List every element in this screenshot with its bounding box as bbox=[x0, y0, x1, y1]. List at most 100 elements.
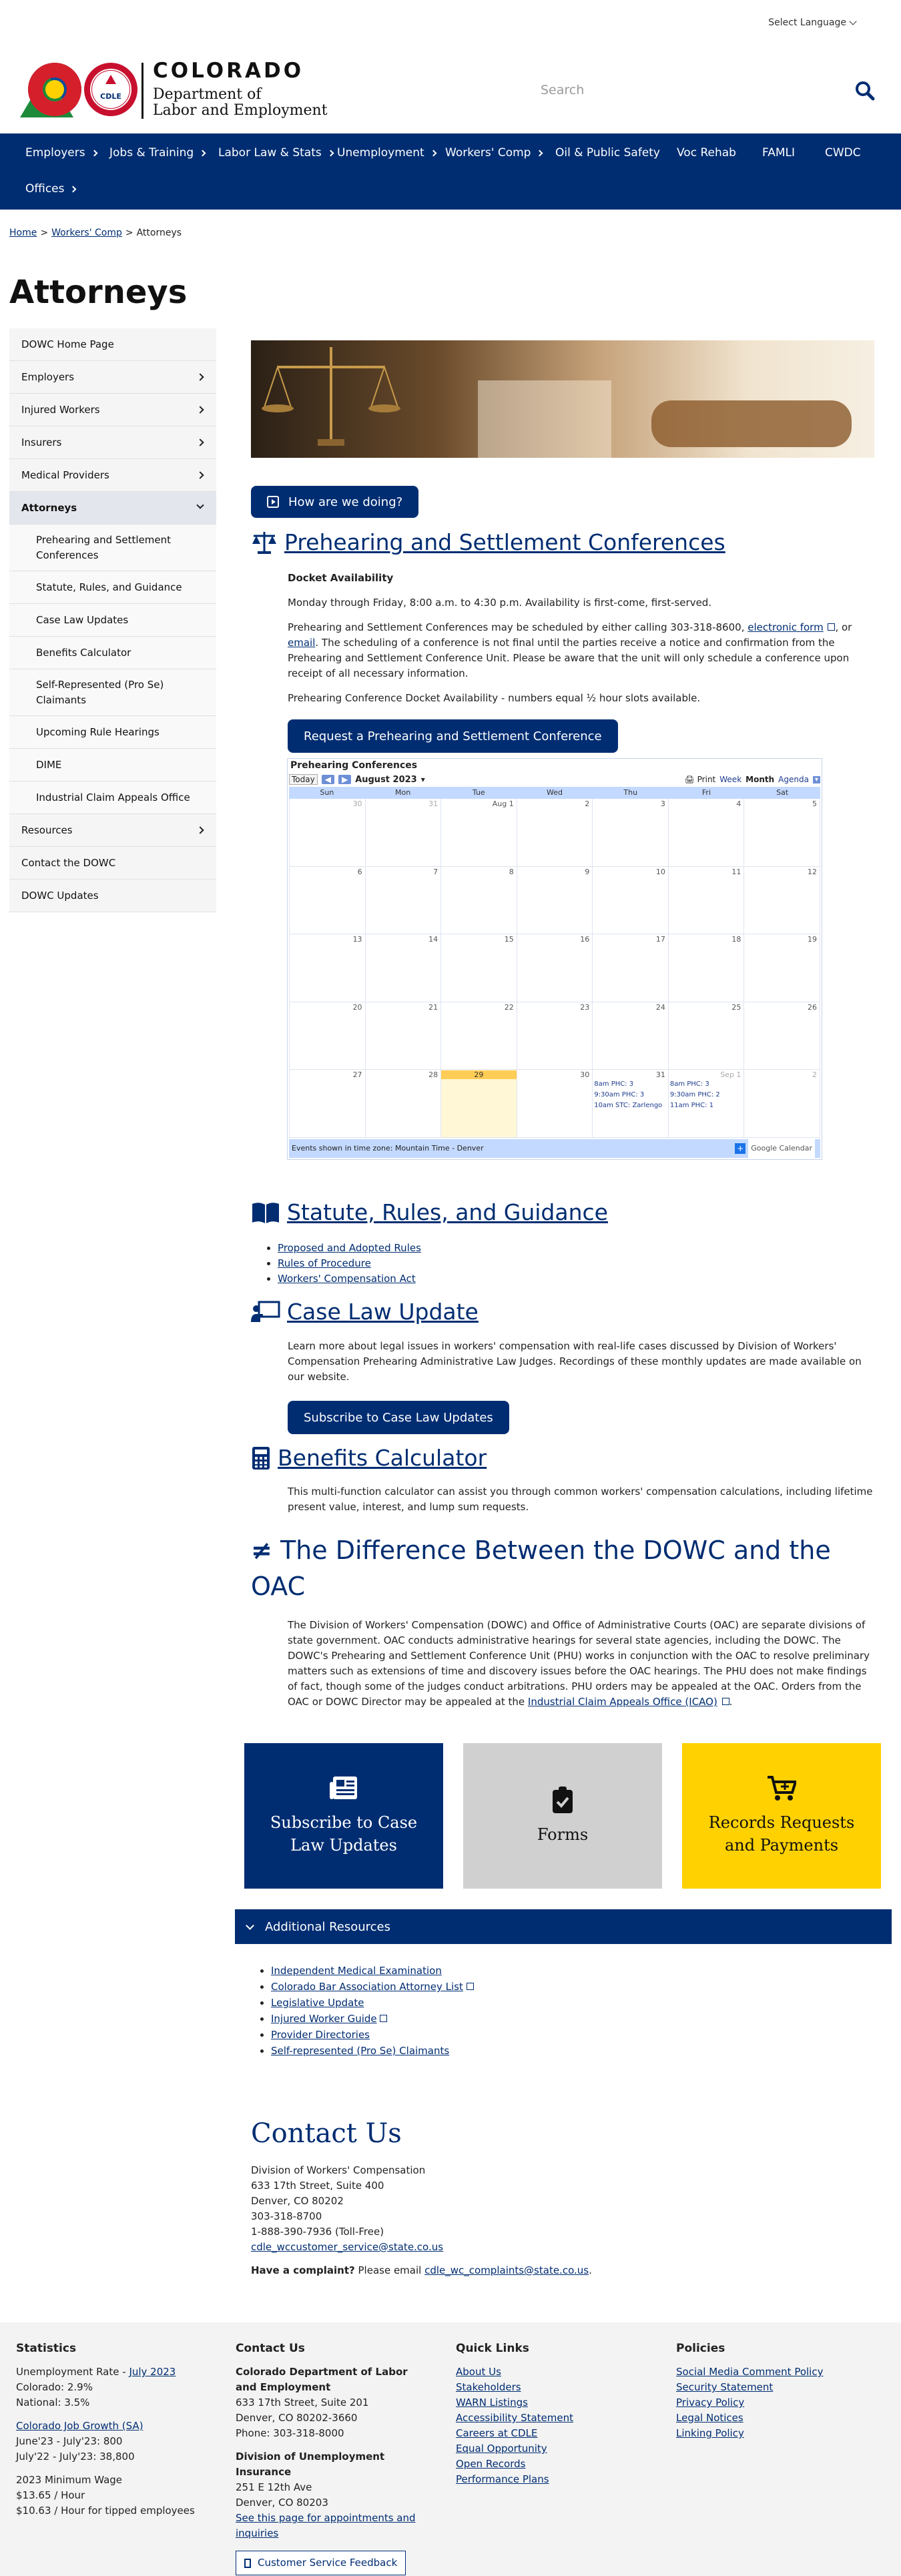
calendar-day-cell[interactable]: 18 bbox=[668, 934, 745, 1002]
sidebar-item-attorneys[interactable]: Attorneys bbox=[9, 492, 216, 525]
sidebar-item-updates[interactable]: DOWC Updates bbox=[9, 880, 216, 912]
sidebar-subitem-case-law[interactable]: Case Law Updates bbox=[9, 604, 216, 637]
prehearing-heading[interactable]: Prehearing and Settlement Conferences bbox=[251, 529, 725, 555]
job-growth-link[interactable]: Colorado Job Growth (SA) bbox=[16, 2420, 143, 2432]
calendar-event[interactable]: 10am STC: Zarlengo bbox=[594, 1102, 662, 1109]
quick-link[interactable]: Careers at CDLE bbox=[456, 2426, 649, 2441]
calendar-day-cell[interactable]: 4 bbox=[668, 799, 745, 867]
nav-labor-law-stats[interactable]: Labor Law & Stats bbox=[218, 139, 334, 166]
appointments-link[interactable]: See this page for appointments and inqui… bbox=[236, 2511, 429, 2541]
calendar-day-cell[interactable]: 26 bbox=[744, 1002, 820, 1070]
nav-employers[interactable]: Employers bbox=[25, 139, 98, 166]
nav-jobs-training[interactable]: Jobs & Training bbox=[109, 139, 206, 166]
calendar-day-cell[interactable]: 20 bbox=[290, 1002, 366, 1070]
search-input[interactable]: Search bbox=[541, 83, 584, 97]
calendar-event[interactable]: 9:30am PHC: 2 bbox=[670, 1091, 720, 1098]
wc-act-link[interactable]: Workers' Compensation Act bbox=[278, 1273, 416, 1285]
customer-feedback-button[interactable]: Customer Service Feedback bbox=[236, 2551, 406, 2575]
calendar-day-cell[interactable]: 30 bbox=[290, 799, 366, 867]
provider-directories-link[interactable]: Provider Directories bbox=[271, 2029, 370, 2041]
sidebar-item-injured-workers[interactable]: Injured Workers bbox=[9, 394, 216, 426]
nav-famli[interactable]: FAMLI bbox=[762, 139, 795, 166]
calendar-day-cell[interactable]: 25 bbox=[668, 1002, 745, 1070]
quick-link[interactable]: Stakeholders bbox=[456, 2380, 649, 2395]
proposed-rules-link[interactable]: Proposed and Adopted Rules bbox=[278, 1242, 421, 1254]
calendar-next-button[interactable]: ▶ bbox=[338, 775, 352, 784]
bar-association-link[interactable]: Colorado Bar Association Attorney List bbox=[271, 1981, 463, 1993]
calendar-view-dropdown-icon[interactable]: ▾ bbox=[812, 775, 820, 783]
sidebar-item-medical-providers[interactable]: Medical Providers bbox=[9, 459, 216, 492]
tile-forms[interactable]: Forms bbox=[463, 1743, 662, 1889]
calendar-day-cell[interactable]: 6 bbox=[290, 866, 366, 935]
calendar-view-week[interactable]: Week bbox=[719, 775, 741, 784]
subscribe-caselaw-button[interactable]: Subscribe to Case Law Updates bbox=[288, 1401, 509, 1434]
calendar-day-cell[interactable]: Aug 1 bbox=[441, 799, 517, 867]
quick-link[interactable]: Performance Plans bbox=[456, 2472, 649, 2487]
language-selector[interactable]: Select Language bbox=[768, 17, 857, 28]
policy-link[interactable]: Privacy Policy bbox=[676, 2395, 883, 2410]
quick-link[interactable]: Equal Opportunity bbox=[456, 2441, 649, 2457]
contact-email-link[interactable]: cdle_wccustomer_service@state.co.us bbox=[251, 2241, 443, 2253]
calendar-day-cell[interactable]: 31 bbox=[365, 799, 442, 867]
complaint-email-link[interactable]: cdle_wc_complaints@state.co.us bbox=[424, 2264, 589, 2276]
calendar-day-cell[interactable]: 14 bbox=[365, 934, 442, 1002]
calendar-day-cell[interactable]: 5 bbox=[744, 799, 820, 867]
calendar-event[interactable]: 11am PHC: 1 bbox=[670, 1102, 713, 1109]
calendar-event[interactable]: 9:30am PHC: 3 bbox=[594, 1091, 644, 1098]
sidebar-subitem-rule-hearings[interactable]: Upcoming Rule Hearings bbox=[9, 716, 216, 749]
calendar-day-cell[interactable]: 11 bbox=[668, 866, 745, 935]
injured-worker-guide-link[interactable]: Injured Worker Guide bbox=[271, 2013, 377, 2025]
calendar-day-cell[interactable]: 15 bbox=[441, 934, 517, 1002]
google-calendar-badge[interactable]: + Google Calendar bbox=[735, 1139, 815, 1158]
quick-link[interactable]: WARN Listings bbox=[456, 2395, 649, 2410]
quick-link[interactable]: Open Records bbox=[456, 2457, 649, 2472]
sidebar-subitem-benefits-calculator[interactable]: Benefits Calculator bbox=[9, 637, 216, 669]
cdle-logo[interactable]: CDLE COLORADO Department of Labor and Em… bbox=[17, 56, 338, 124]
calendar-event[interactable]: 8am PHC: 3 bbox=[594, 1080, 633, 1088]
policy-link[interactable]: Linking Policy bbox=[676, 2426, 883, 2441]
quick-link[interactable]: About Us bbox=[456, 2364, 649, 2380]
calendar-day-cell[interactable]: 19 bbox=[744, 934, 820, 1002]
icao-link[interactable]: Industrial Claim Appeals Office (ICAO) bbox=[528, 1696, 717, 1708]
search-button[interactable] bbox=[853, 79, 877, 103]
policy-link[interactable]: Legal Notices bbox=[676, 2410, 883, 2426]
nav-workers-comp[interactable]: Workers' Comp bbox=[445, 139, 543, 166]
calendar-day-cell[interactable]: 23 bbox=[517, 1002, 593, 1070]
calendar-day-cell[interactable]: 27 bbox=[290, 1070, 366, 1138]
calendar-day-cell[interactable]: 17 bbox=[593, 934, 669, 1002]
calendar-day-cell[interactable]: 3 bbox=[593, 799, 669, 867]
policy-link[interactable]: Social Media Comment Policy bbox=[676, 2364, 883, 2380]
calendar-day-cell[interactable]: 29 bbox=[441, 1070, 517, 1138]
calendar-print-button[interactable]: 🖨 Print bbox=[685, 775, 716, 784]
calendar-day-cell[interactable]: 16 bbox=[517, 934, 593, 1002]
calendar-day-cell[interactable]: Sep 1 8am PHC: 3 9:30am PHC: 2 11am PHC: 1 bbox=[668, 1070, 745, 1138]
calendar-day-cell[interactable]: 13 bbox=[290, 934, 366, 1002]
tile-subscribe-caselaw[interactable]: Subscribe to Case Law Updates bbox=[244, 1743, 443, 1889]
nav-unemployment[interactable]: Unemployment bbox=[337, 139, 437, 166]
calendar-view-agenda[interactable]: Agenda bbox=[778, 775, 809, 784]
sidebar-item-employers[interactable]: Employers bbox=[9, 361, 216, 394]
calendar-day-cell[interactable]: 21 bbox=[365, 1002, 442, 1070]
pro-se-claimants-link[interactable]: Self-represented (Pro Se) Claimants bbox=[271, 2045, 449, 2057]
nav-cwdc[interactable]: CWDC bbox=[825, 139, 861, 166]
request-conference-button[interactable]: Request a Prehearing and Settlement Conf… bbox=[288, 719, 618, 753]
sidebar-subitem-statute[interactable]: Statute, Rules, and Guidance bbox=[9, 571, 216, 604]
calendar-day-cell[interactable]: 2 bbox=[517, 799, 593, 867]
sidebar-subitem-icao[interactable]: Industrial Claim Appeals Office bbox=[9, 781, 216, 814]
calendar-day-cell[interactable]: 30 bbox=[517, 1070, 593, 1138]
unemployment-month-link[interactable]: July 2023 bbox=[129, 2366, 176, 2378]
rules-of-procedure-link[interactable]: Rules of Procedure bbox=[278, 1257, 371, 1269]
calendar-day-cell[interactable]: 10 bbox=[593, 866, 669, 935]
calendar-day-cell[interactable]: 22 bbox=[441, 1002, 517, 1070]
additional-resources-toggle[interactable]: Additional Resources bbox=[235, 1909, 892, 1944]
caselaw-heading[interactable]: Case Law Update bbox=[251, 1299, 479, 1325]
breadcrumb-home[interactable]: Home bbox=[9, 228, 37, 238]
sidebar-subitem-prehearing[interactable]: Prehearing and Settlement Conferences bbox=[9, 525, 216, 571]
nav-voc-rehab[interactable]: Voc Rehab bbox=[677, 139, 736, 166]
statute-heading[interactable]: Statute, Rules, and Guidance bbox=[251, 1199, 608, 1225]
calendar-day-cell[interactable]: 12 bbox=[744, 866, 820, 935]
sidebar-subitem-pro-se[interactable]: Self-Represented (Pro Se) Claimants bbox=[9, 669, 216, 716]
ime-link[interactable]: Independent Medical Examination bbox=[271, 1965, 442, 1977]
calendar-day-cell[interactable]: 9 bbox=[517, 866, 593, 935]
calendar-day-cell[interactable]: 7 bbox=[365, 866, 442, 935]
